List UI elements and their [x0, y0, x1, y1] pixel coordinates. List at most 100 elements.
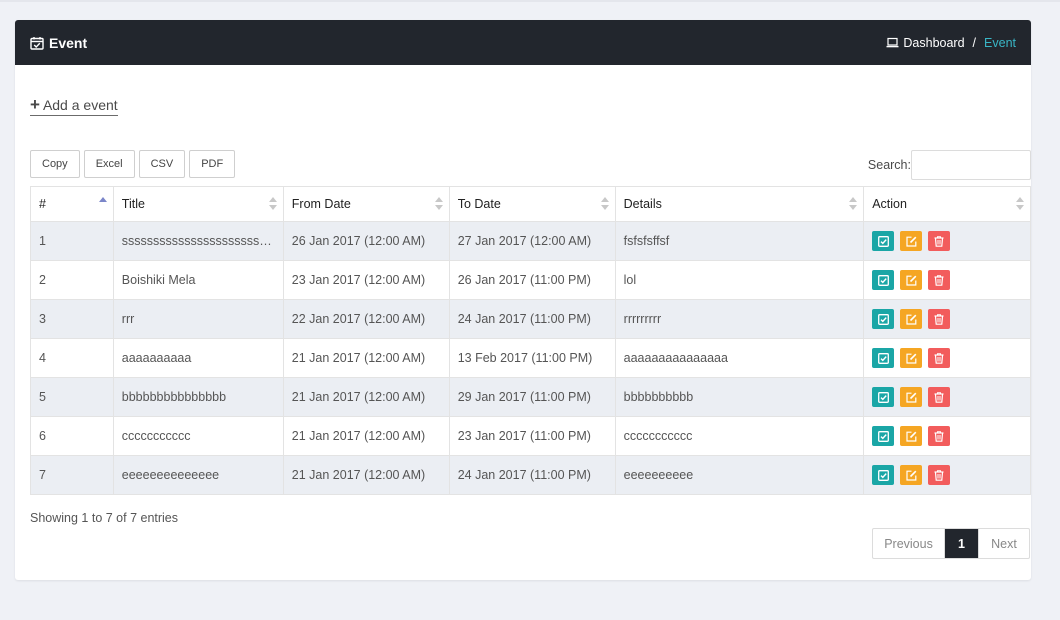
search-label: Search: — [867, 158, 911, 172]
table-header-row: # Title From Date To Date Details Action — [30, 186, 1031, 222]
table-row: 7 eeeeeeeeeeeeee 21 Jan 2017 (12:00 AM) 24 … — [30, 455, 1031, 495]
cell-number: 4 — [30, 338, 114, 378]
sort-icon — [1016, 197, 1024, 211]
page-title: Event — [30, 35, 87, 51]
trash-icon — [934, 391, 944, 403]
cell-title: sssssssssssssssssssssssss... — [112, 221, 284, 261]
view-button[interactable] — [872, 465, 895, 485]
table-row: 1 sssssssssssssssssssssssss... 26 Jan 2017… — [30, 221, 1031, 261]
table-row: 2 Boishiki Mela 23 Jan 2017 (12:00 AM) 26 J… — [30, 260, 1031, 300]
pdf-button[interactable]: PDF — [189, 150, 236, 178]
delete-button[interactable] — [928, 387, 951, 407]
check-square-icon — [877, 235, 889, 247]
add-event-label: Add a event — [42, 97, 118, 113]
trash-icon — [934, 469, 944, 481]
edit-icon — [906, 431, 917, 442]
cell-title: eeeeeeeeeeeeee — [112, 455, 284, 495]
view-button[interactable] — [872, 231, 895, 251]
cell-actions — [863, 377, 1031, 417]
cell-actions — [863, 260, 1031, 300]
edit-button[interactable] — [900, 270, 923, 290]
breadcrumb-current: Event — [984, 35, 1016, 50]
cell-title: rrr — [112, 299, 284, 339]
column-header-details[interactable]: Details — [614, 186, 865, 222]
cell-to-date: 27 Jan 2017 (12:00 AM) — [448, 221, 616, 261]
cell-details: aaaaaaaaaaaaaaa — [614, 338, 865, 378]
cell-to-date: 26 Jan 2017 (11:00 PM) — [448, 260, 616, 300]
page-1-button[interactable]: 1 — [945, 529, 978, 558]
edit-button[interactable] — [900, 387, 923, 407]
table-row: 6 ccccccccccc 21 Jan 2017 (12:00 AM) 23 Jan… — [30, 416, 1031, 456]
top-border — [0, 0, 1060, 2]
cell-number: 1 — [30, 221, 114, 261]
table-row: 5 bbbbbbbbbbbbbbb 21 Jan 2017 (12:00 AM) 29… — [30, 377, 1031, 417]
cell-actions — [863, 455, 1031, 495]
delete-button[interactable] — [928, 348, 951, 368]
cell-from-date: 26 Jan 2017 (12:00 AM) — [282, 221, 450, 261]
column-header-from-date[interactable]: From Date — [282, 186, 450, 222]
edit-icon — [906, 392, 917, 403]
sort-icon — [849, 197, 858, 211]
events-table: # Title From Date To Date Details Action… — [30, 186, 1031, 495]
edit-icon — [906, 236, 917, 247]
edit-icon — [906, 353, 917, 364]
cell-details: eeeeeeeeee — [614, 455, 865, 495]
laptop-icon — [886, 37, 899, 48]
cell-number: 7 — [30, 455, 114, 495]
view-button[interactable] — [872, 309, 895, 329]
card-header: Event Dashboard / Event — [15, 20, 1031, 65]
edit-button[interactable] — [900, 231, 923, 251]
sort-icon — [600, 197, 609, 211]
cell-details: bbbbbbbbbb — [614, 377, 865, 417]
view-button[interactable] — [872, 270, 895, 290]
edit-button[interactable] — [900, 426, 923, 446]
view-button[interactable] — [872, 426, 895, 446]
cell-from-date: 22 Jan 2017 (12:00 AM) — [282, 299, 450, 339]
delete-button[interactable] — [928, 270, 951, 290]
page-title-text: Event — [49, 34, 88, 51]
add-event-link[interactable]: + Add a event — [30, 96, 118, 116]
delete-button[interactable] — [928, 426, 951, 446]
column-header-title[interactable]: Title — [112, 186, 284, 222]
search-input[interactable] — [911, 150, 1031, 180]
check-square-icon — [877, 274, 889, 286]
csv-button[interactable]: CSV — [138, 150, 186, 178]
cell-details: lol — [614, 260, 865, 300]
sort-icon — [434, 197, 443, 211]
edit-button[interactable] — [900, 465, 923, 485]
cell-number: 3 — [30, 299, 114, 339]
cell-to-date: 23 Jan 2017 (11:00 PM) — [448, 416, 616, 456]
check-square-icon — [877, 313, 889, 325]
breadcrumb-dashboard-link[interactable]: Dashboard — [903, 36, 964, 50]
view-button[interactable] — [872, 348, 895, 368]
table-body: 1 sssssssssssssssssssssssss... 26 Jan 2017… — [30, 221, 1031, 495]
check-square-icon — [877, 391, 889, 403]
delete-button[interactable] — [928, 465, 951, 485]
delete-button[interactable] — [928, 309, 951, 329]
delete-button[interactable] — [928, 231, 951, 251]
column-header-action[interactable]: Action — [863, 186, 1031, 222]
cell-from-date: 21 Jan 2017 (12:00 AM) — [282, 377, 450, 417]
trash-icon — [934, 313, 944, 325]
cell-from-date: 21 Jan 2017 (12:00 AM) — [282, 338, 450, 378]
cell-from-date: 21 Jan 2017 (12:00 AM) — [282, 416, 450, 456]
excel-button[interactable]: Excel — [83, 150, 135, 178]
trash-icon — [934, 352, 944, 364]
view-button[interactable] — [872, 387, 895, 407]
edit-button[interactable] — [900, 309, 923, 329]
previous-page-button[interactable]: Previous — [873, 529, 945, 558]
check-square-icon — [877, 430, 889, 442]
trash-icon — [934, 430, 944, 442]
copy-button[interactable]: Copy — [30, 150, 80, 178]
column-header-number[interactable]: # — [30, 186, 114, 222]
cell-to-date: 29 Jan 2017 (11:00 PM) — [448, 377, 616, 417]
column-header-to-date[interactable]: To Date — [448, 186, 616, 222]
cell-actions — [863, 221, 1031, 261]
cell-number: 6 — [30, 416, 114, 456]
edit-button[interactable] — [900, 348, 923, 368]
breadcrumb: Dashboard / Event — [886, 36, 1016, 50]
next-page-button[interactable]: Next — [978, 529, 1029, 558]
cell-details: ccccccccccc — [614, 416, 865, 456]
sort-asc-icon — [98, 197, 107, 211]
cell-from-date: 21 Jan 2017 (12:00 AM) — [282, 455, 450, 495]
